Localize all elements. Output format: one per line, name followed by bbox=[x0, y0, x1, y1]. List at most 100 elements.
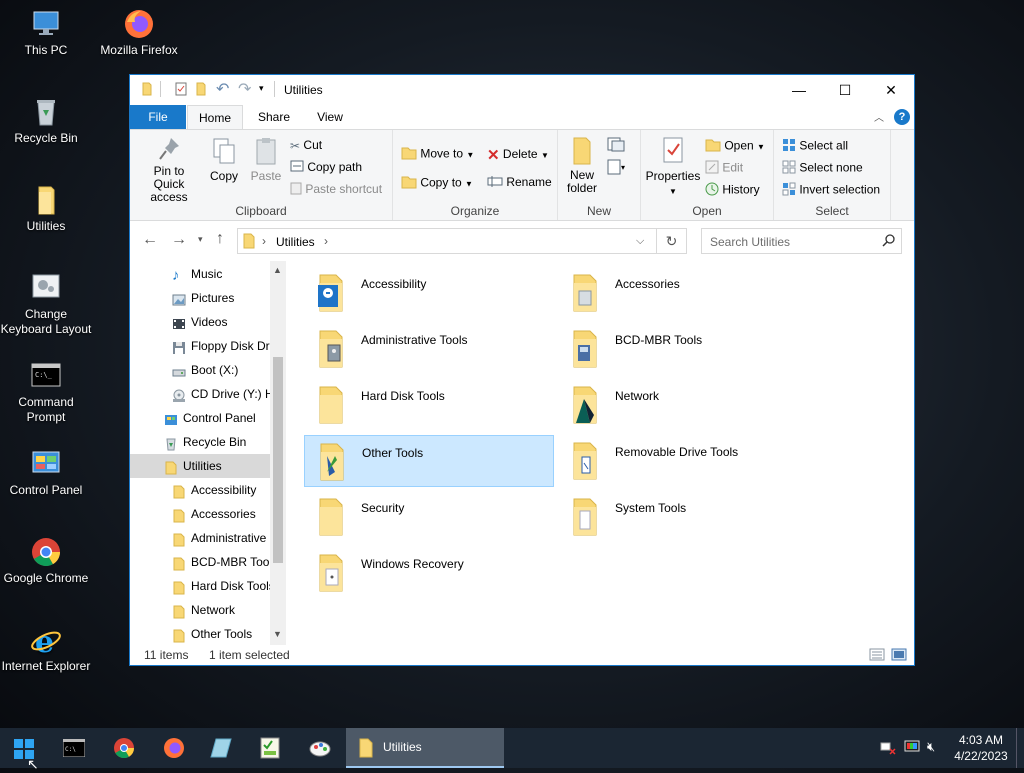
taskbar-command-prompt[interactable]: C:\ bbox=[50, 728, 98, 768]
desktop-icon-google-chrome[interactable]: Google Chrome bbox=[0, 536, 94, 586]
invert-selection-button[interactable]: Invert selection bbox=[782, 182, 880, 199]
nav-item-floppy-disk[interactable]: Floppy Disk Dri bbox=[130, 334, 270, 358]
nav-item-music[interactable]: ♪ Music bbox=[130, 262, 270, 286]
recent-locations-icon[interactable]: ▾ bbox=[198, 234, 203, 245]
copy-to-button[interactable]: Copy to ▼ bbox=[401, 175, 473, 192]
nav-item-recycle-bin[interactable]: Recycle Bin bbox=[130, 430, 270, 454]
edit-button[interactable]: Edit bbox=[705, 160, 743, 177]
new-folder-qat-icon[interactable] bbox=[194, 82, 208, 96]
pin-to-quick-access-button[interactable]: Pin to Quick access bbox=[136, 136, 202, 204]
help-icon[interactable]: ? bbox=[894, 109, 910, 125]
select-none-button[interactable]: Select none bbox=[782, 160, 863, 177]
tab-home[interactable]: Home bbox=[187, 105, 243, 130]
nav-item-pictures[interactable]: Pictures bbox=[130, 286, 270, 310]
folder-item-removable-drive-tools[interactable]: Removable Drive Tools bbox=[558, 435, 808, 487]
new-item-button[interactable] bbox=[606, 136, 630, 157]
display-tray-icon[interactable] bbox=[904, 740, 920, 757]
folder-item-bcd-mbr-tools[interactable]: BCD-MBR Tools bbox=[558, 323, 808, 375]
folder-item-security[interactable]: Security bbox=[304, 491, 554, 543]
breadcrumb-current[interactable]: Utilities bbox=[276, 235, 315, 249]
paste-shortcut-button[interactable]: Paste shortcut bbox=[290, 182, 382, 198]
nav-item-boot-drive[interactable]: Boot (X:) bbox=[130, 358, 270, 382]
easy-access-button[interactable]: ▾ bbox=[606, 158, 630, 179]
tab-file[interactable]: File bbox=[130, 105, 186, 129]
folder-item-other-tools[interactable]: Other Tools bbox=[304, 435, 554, 487]
close-button[interactable]: ✕ bbox=[868, 75, 914, 105]
scroll-up-icon[interactable]: ▲ bbox=[273, 265, 282, 275]
nav-item-control-panel[interactable]: Control Panel bbox=[130, 406, 270, 430]
nav-item-accessibility[interactable]: Accessibility bbox=[130, 478, 270, 502]
large-icons-view-icon[interactable] bbox=[891, 648, 907, 664]
search-icon[interactable] bbox=[882, 233, 896, 250]
desktop-icon-change-keyboard-layout[interactable]: Change Keyboard Layout bbox=[0, 272, 94, 337]
clock[interactable]: 4:03 AM 4/22/2023 bbox=[952, 732, 1010, 764]
taskbar-app-glass[interactable] bbox=[198, 728, 246, 768]
breadcrumb-chevron-icon[interactable]: › bbox=[262, 234, 266, 248]
nav-item-bcd-mbr[interactable]: BCD-MBR Tool bbox=[130, 550, 270, 574]
select-all-button[interactable]: Select all bbox=[782, 138, 848, 155]
copy-button[interactable]: Copy bbox=[206, 136, 242, 183]
address-dropdown-icon[interactable]: ⌵ bbox=[636, 235, 644, 248]
folder-item-network[interactable]: Network bbox=[558, 379, 808, 431]
back-arrow-icon[interactable]: ← bbox=[142, 231, 158, 249]
taskbar-chrome[interactable] bbox=[100, 728, 148, 768]
properties-qat-icon[interactable] bbox=[174, 82, 188, 96]
minimize-button[interactable]: — bbox=[776, 75, 822, 105]
move-to-button[interactable]: Move to ▼ bbox=[401, 146, 474, 163]
tab-share[interactable]: Share bbox=[246, 105, 302, 129]
refresh-button[interactable]: ↻ bbox=[657, 228, 687, 254]
nav-item-utilities[interactable]: Utilities bbox=[130, 454, 270, 478]
desktop-icon-control-panel[interactable]: Control Panel bbox=[0, 448, 94, 498]
taskbar-app-checklist[interactable] bbox=[246, 728, 294, 768]
desktop-icon-this-pc[interactable]: This PC bbox=[0, 8, 94, 58]
collapse-ribbon-icon[interactable]: ︿ bbox=[874, 109, 884, 124]
nav-item-videos[interactable]: Videos bbox=[130, 310, 270, 334]
qat-dropdown-icon[interactable]: ▾ bbox=[259, 83, 273, 97]
redo-icon[interactable]: ↷ bbox=[238, 79, 252, 98]
maximize-button[interactable]: ☐ bbox=[822, 75, 868, 105]
folder-item-windows-recovery[interactable]: Windows Recovery bbox=[304, 547, 554, 599]
folder-item-accessories[interactable]: Accessories bbox=[558, 267, 808, 319]
nav-item-cd-drive[interactable]: CD Drive (Y:) H bbox=[130, 382, 270, 406]
forward-arrow-icon[interactable]: → bbox=[171, 231, 187, 249]
volume-muted-icon[interactable]: 🔇︎ bbox=[927, 739, 935, 755]
search-box[interactable]: Search Utilities bbox=[701, 228, 902, 254]
up-arrow-icon[interactable]: ↑ bbox=[216, 230, 224, 248]
navigation-scrollbar[interactable]: ▲ ▼ bbox=[270, 261, 286, 645]
taskbar-app-paint[interactable] bbox=[296, 728, 344, 768]
folder-item-hard-disk-tools[interactable]: Hard Disk Tools bbox=[304, 379, 554, 431]
taskbar-firefox[interactable] bbox=[150, 728, 198, 768]
rename-button[interactable]: Rename bbox=[487, 175, 552, 190]
paste-button[interactable]: Paste bbox=[246, 136, 286, 183]
breadcrumb-chevron-icon[interactable]: › bbox=[324, 234, 328, 248]
network-tray-icon[interactable] bbox=[880, 741, 896, 758]
start-button[interactable]: ↖ bbox=[0, 728, 48, 772]
show-desktop-button[interactable] bbox=[1016, 728, 1024, 768]
undo-icon[interactable]: ↶ bbox=[216, 79, 230, 98]
history-button[interactable]: History bbox=[705, 182, 760, 199]
nav-item-accessories[interactable]: Accessories bbox=[130, 502, 270, 526]
delete-button[interactable]: ✕ Delete ▼ bbox=[487, 146, 549, 164]
search-input[interactable]: Search Utilities bbox=[710, 235, 790, 249]
open-button[interactable]: Open ▼ bbox=[705, 138, 765, 155]
address-bar[interactable]: › Utilities › ⌵ bbox=[237, 228, 657, 254]
desktop-icon-utilities[interactable]: Utilities bbox=[0, 184, 94, 234]
copy-path-button[interactable]: Copy path bbox=[290, 160, 362, 175]
cut-button[interactable]: ✂ Cut bbox=[290, 138, 322, 153]
desktop-icon-command-prompt[interactable]: C:\_ Command Prompt bbox=[0, 360, 94, 425]
scroll-thumb[interactable] bbox=[273, 357, 283, 563]
details-view-icon[interactable] bbox=[869, 648, 885, 664]
new-folder-button[interactable]: New folder bbox=[564, 136, 600, 195]
nav-item-administrative[interactable]: Administrative bbox=[130, 526, 270, 550]
tab-view[interactable]: View bbox=[302, 105, 358, 129]
scroll-down-icon[interactable]: ▼ bbox=[273, 629, 282, 639]
desktop-icon-recycle-bin[interactable]: Recycle Bin bbox=[0, 96, 94, 146]
title-bar[interactable]: ↶ ↷ ▾ Utilities — ☐ ✕ bbox=[130, 75, 914, 105]
nav-item-hard-disk-tools[interactable]: Hard Disk Tools bbox=[130, 574, 270, 598]
taskbar-explorer-utilities[interactable]: Utilities bbox=[346, 728, 504, 768]
folder-item-administrative-tools[interactable]: Administrative Tools bbox=[304, 323, 554, 375]
folder-item-system-tools[interactable]: System Tools bbox=[558, 491, 808, 543]
desktop-icon-internet-explorer[interactable]: e Internet Explorer bbox=[0, 624, 94, 674]
desktop-icon-firefox[interactable]: Mozilla Firefox bbox=[91, 8, 187, 58]
nav-item-other-tools[interactable]: Other Tools bbox=[130, 622, 270, 645]
